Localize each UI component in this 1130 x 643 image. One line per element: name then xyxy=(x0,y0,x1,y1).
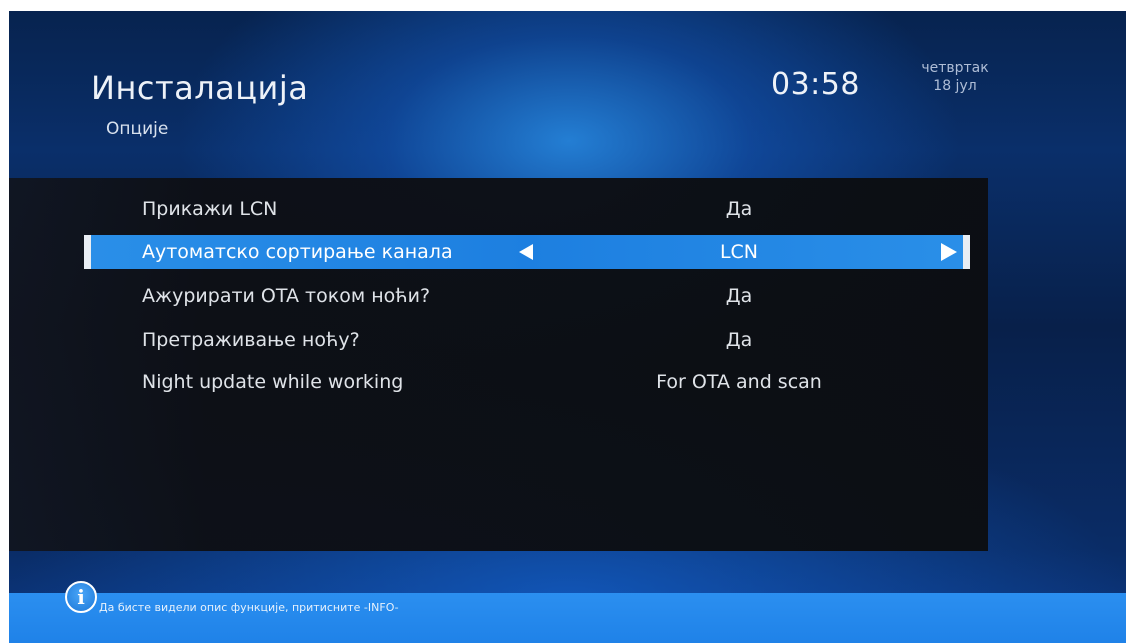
arrow-left-icon[interactable] xyxy=(519,244,533,260)
info-icon-glyph: i xyxy=(77,585,85,609)
option-value: For OTA and scan xyxy=(656,371,822,393)
option-label: Аутоматско сортирање канала xyxy=(142,241,453,263)
option-label: Night update while working xyxy=(142,371,404,393)
option-label: Ажурирати OTA током ноћи? xyxy=(142,285,431,307)
page-title: Инсталација xyxy=(91,69,309,107)
page-subtitle: Опције xyxy=(106,119,169,139)
option-update-ota-night[interactable]: Ажурирати OTA током ноћи? Да xyxy=(9,279,988,313)
option-label: Прикажи LCN xyxy=(142,198,278,220)
date-display: четвртак 18 јул xyxy=(915,59,995,95)
options-panel: Прикажи LCN Да Аутоматско сортирање кана… xyxy=(9,178,988,551)
selection-marker-left xyxy=(84,235,91,269)
option-search-night[interactable]: Претраживање ноћу? Да xyxy=(9,323,988,357)
option-value: Да xyxy=(725,329,753,351)
option-value: LCN xyxy=(719,241,759,263)
clock-time: 03:58 xyxy=(771,67,860,102)
day-label: четвртак xyxy=(921,60,989,76)
date-label: 18 јул xyxy=(933,78,977,94)
option-show-lcn[interactable]: Прикажи LCN Да xyxy=(9,192,988,226)
option-night-update-working[interactable]: Night update while working For OTA and s… xyxy=(9,365,988,399)
option-label: Претраживање ноћу? xyxy=(142,329,360,351)
arrow-right-icon[interactable] xyxy=(941,243,957,261)
footer-hint: Да бисте видели опис функције, притиснит… xyxy=(99,601,399,614)
selection-marker-right xyxy=(963,235,970,269)
option-value: Да xyxy=(725,285,753,307)
info-icon: i xyxy=(65,581,97,613)
option-value: Да xyxy=(725,198,753,220)
tv-screen: Инсталација Опције 03:58 четвртак 18 јул… xyxy=(9,11,1126,643)
option-auto-sort-channels[interactable]: Аутоматско сортирање канала LCN xyxy=(84,235,970,269)
